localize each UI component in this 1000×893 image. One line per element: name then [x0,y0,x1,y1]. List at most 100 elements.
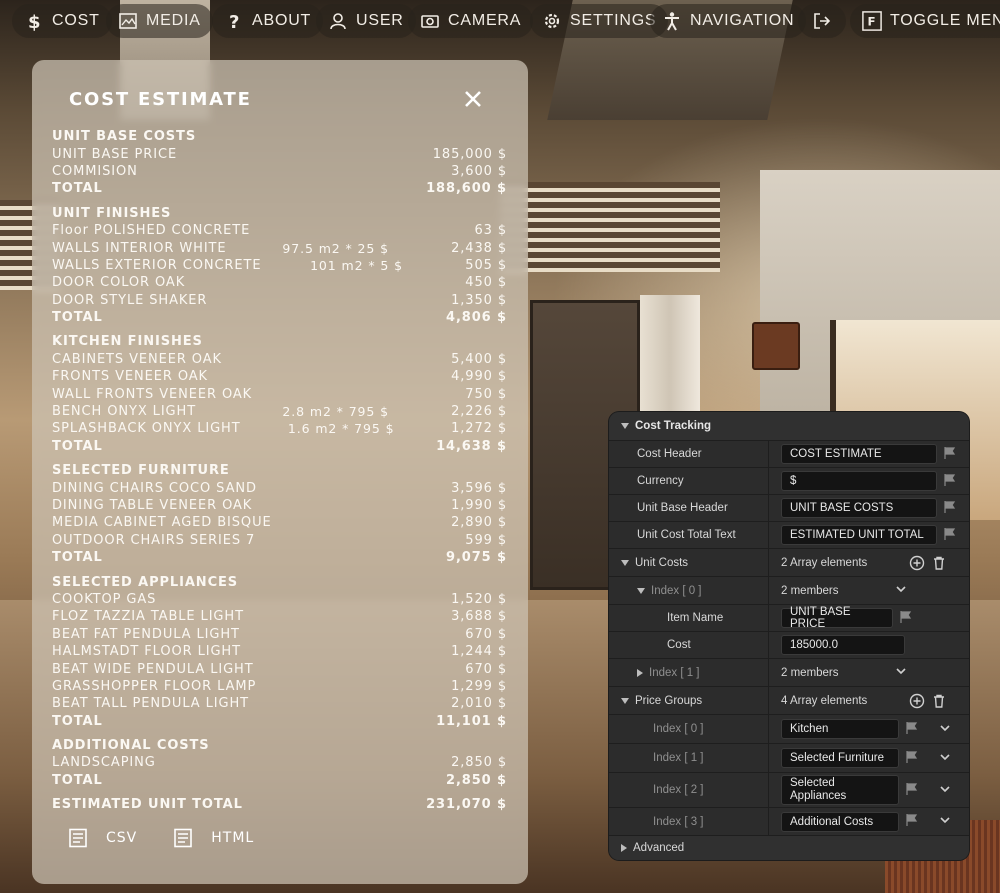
item-name: LANDSCAPING [52,755,156,771]
item-name: CABINETS VENEER OAK [52,351,222,367]
cost-value: 670 $ [465,626,507,642]
section-header-row: UNIT BASE COSTS [52,128,507,145]
cost-item-row: MEDIA CABINET AGED BISQUE 2,890 $ [52,514,507,531]
nav-camera-button[interactable]: CAMERA [408,4,534,38]
unit-base-header-input[interactable]: UNIT BASE COSTS [781,498,937,518]
export-csv-button[interactable]: CSV [68,828,137,848]
cost-number-input[interactable]: 185000.0 [781,635,905,655]
cost-value: 505 $ [465,257,507,273]
cost-value: 2,010 $ [451,696,507,712]
item-name: Floor POLISHED CONCRETE [52,223,251,239]
cost-item-row: WALL FRONTS VENEER OAK 750 $ [52,385,507,402]
unit-costs-index-0-row: Index [ 0 ] 2 members [609,576,969,604]
item-name: BEAT FAT PENDULA LIGHT [52,626,240,642]
cost-header-input[interactable]: COST ESTIMATE [781,444,937,464]
price-groups-row: Price Groups 4 Array elements [609,686,969,714]
item-name-input[interactable]: UNIT BASE PRICE [781,606,893,630]
cost-item-row: BEAT WIDE PENDULA LIGHT 670 $ [52,660,507,677]
price-group-input[interactable]: Additional Costs [781,811,899,832]
image-icon [118,11,138,31]
svg-text:$: $ [28,12,41,31]
calc-formula: 101 m2 * 5 $ [310,257,403,273]
flag-icon[interactable] [943,500,957,517]
price-group-input[interactable]: Kitchen [781,719,899,739]
background-blinds [500,182,720,272]
flag-icon[interactable] [905,750,919,767]
chevron-down-icon[interactable] [939,722,951,737]
person-icon [662,11,682,31]
trash-icon[interactable] [931,555,947,571]
nav-cost-button[interactable]: $ COST [12,4,112,38]
cost-value: 1,520 $ [451,591,507,607]
section-total-row: TOTAL 4,806 $ [52,309,507,326]
cost-item-row: BENCH ONYX LIGHT 2.8 m2 * 795 $ 2,226 $ [52,403,507,420]
chevron-down-icon[interactable] [939,783,951,798]
category-cost-tracking[interactable]: Cost Tracking [609,412,969,440]
key-f-icon: F [862,11,882,31]
nav-media-button[interactable]: MEDIA [106,4,213,38]
index-label: Index [ 2 ] [609,773,769,807]
export-html-button[interactable]: HTML [173,828,254,848]
price-group-input[interactable]: Selected Furniture [781,748,899,768]
cost-item-row: FRONTS VENEER OAK 4,990 $ [52,368,507,385]
nav-toggle-menu-label: TOGGLE MENU [890,12,1000,29]
flag-icon[interactable] [899,610,913,627]
close-button[interactable] [462,88,484,110]
chevron-down-icon[interactable] [895,665,907,680]
expand-caret-icon[interactable] [621,559,629,566]
array-count: 2 Array elements [781,556,868,569]
category-advanced[interactable]: Advanced [609,835,969,860]
section-total-row: TOTAL 188,600 $ [52,180,507,197]
flag-icon[interactable] [943,473,957,490]
cost-value: 1,272 $ [451,421,507,437]
section-header-row: ADDITIONAL COSTS [52,737,507,754]
nav-navigation-button[interactable]: NAVIGATION [650,4,807,38]
nav-settings-button[interactable]: SETTINGS [530,4,669,38]
cost-item-row: COOKTOP GAS 1,520 $ [52,591,507,608]
expand-caret-icon[interactable] [637,587,645,594]
index-label: Index [ 0 ] [651,584,702,597]
cost-value: 14,638 $ [436,438,507,454]
trash-icon[interactable] [931,693,947,709]
item-name: COOKTOP GAS [52,591,157,607]
cost-value: 1,990 $ [451,498,507,513]
chevron-down-icon[interactable] [939,814,951,829]
chevron-down-icon[interactable] [939,751,951,766]
close-icon [465,91,481,107]
price-group-input[interactable]: Selected Appliances [781,775,899,805]
chevron-down-icon[interactable] [895,583,907,598]
section-header: ADDITIONAL COSTS [52,738,210,754]
flag-icon[interactable] [905,813,919,830]
section-header-row: SELECTED APPLIANCES [52,573,507,590]
flag-icon[interactable] [943,446,957,463]
nav-navigation-label: NAVIGATION [690,12,795,29]
nav-cost-label: COST [52,12,100,29]
category-label: Cost Tracking [635,420,712,432]
section-header-row: UNIT FINISHES [52,205,507,222]
flag-icon[interactable] [905,721,919,738]
add-element-icon[interactable] [909,693,925,709]
add-element-icon[interactable] [909,555,925,571]
category-label: Advanced [633,842,685,854]
index-label: Index [ 3 ] [609,808,769,835]
nav-about-button[interactable]: ? ABOUT [212,4,324,38]
currency-input[interactable]: $ [781,471,937,491]
cost-value: 2,850 $ [446,772,507,788]
cost-value: 11,101 $ [436,713,507,729]
calc-formula: 2.8 m2 * 795 $ [282,404,389,420]
exit-button[interactable] [798,4,846,38]
item-name: GRASSHOPPER FLOOR LAMP [52,678,257,694]
collapsed-caret-icon[interactable] [637,668,643,677]
nav-user-button[interactable]: USER [316,4,416,38]
flag-icon[interactable] [905,782,919,799]
expand-caret-icon[interactable] [621,697,629,704]
cost-value: 4,806 $ [446,310,507,326]
nav-toggle-menu-button[interactable]: F TOGGLE MENU [850,4,1000,38]
flag-icon[interactable] [943,527,957,544]
cost-value: 2,226 $ [451,404,507,420]
nav-camera-label: CAMERA [448,12,522,29]
cost-value: 3,600 $ [451,163,507,179]
unit-cost-total-input[interactable]: ESTIMATED UNIT TOTAL [781,525,937,545]
item-name-row: Item Name UNIT BASE PRICE [609,604,969,631]
unit-costs-row: Unit Costs 2 Array elements [609,548,969,576]
